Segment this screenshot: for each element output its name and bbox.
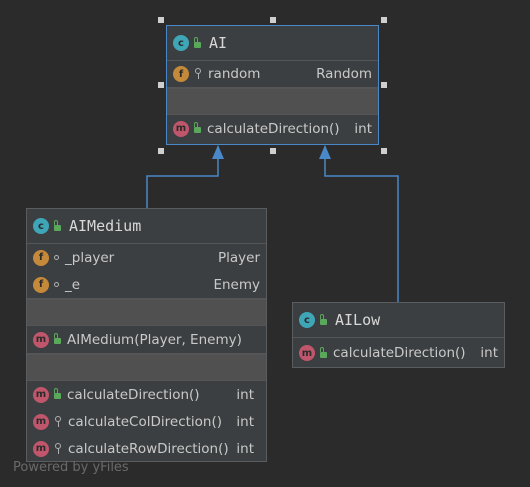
selection-handle-tr[interactable] — [381, 17, 387, 23]
selection-handle-bl[interactable] — [158, 148, 164, 154]
field-name: _e — [65, 276, 81, 293]
method-icon: m — [33, 413, 49, 430]
method-name: calculateColDirection() — [68, 413, 223, 430]
edge-aimedium-to-ai[interactable] — [146, 146, 219, 208]
empty-section — [27, 354, 266, 381]
method-type: int — [236, 440, 254, 457]
field-name: random — [208, 66, 261, 82]
method-row[interactable]: m calculateColDirection() int — [27, 408, 266, 435]
field-icon: f — [173, 66, 189, 82]
field-row[interactable]: f _e Enemy — [27, 271, 266, 299]
method-type: int — [480, 345, 498, 361]
method-type: int — [236, 413, 254, 430]
private-visibility-icon — [54, 442, 62, 455]
package-visibility-icon — [54, 282, 59, 287]
class-icon: c — [33, 218, 49, 234]
field-icon: f — [33, 249, 49, 266]
field-name: _player — [65, 249, 115, 266]
method-row[interactable]: m calculateDirection() int — [27, 381, 266, 408]
public-visibility-icon — [54, 219, 61, 231]
selection-handle-ml[interactable] — [158, 82, 164, 88]
constructor-row[interactable]: m AIMedium(Player, Enemy) — [27, 326, 266, 354]
selection-handle-mr[interactable] — [381, 82, 387, 88]
class-ailow-header[interactable]: c AILow — [293, 303, 504, 338]
public-visibility-icon — [194, 36, 201, 48]
field-type: Player — [217, 249, 260, 266]
method-name: calculateRowDirection() — [68, 440, 229, 457]
method-icon: m — [173, 120, 189, 137]
empty-section — [27, 299, 266, 326]
class-ailow[interactable]: c AILow m calculateDirection() int — [292, 302, 505, 368]
method-name: calculateDirection() — [333, 345, 466, 361]
public-visibility-icon — [194, 122, 201, 133]
class-name: AIMedium — [69, 217, 142, 235]
class-aimedium-header[interactable]: c AIMedium — [27, 209, 266, 244]
class-icon: c — [173, 35, 189, 51]
edge-ailow-to-ai[interactable] — [324, 146, 399, 302]
field-type: Enemy — [213, 276, 260, 293]
field-row[interactable]: f random Random — [167, 61, 378, 88]
method-icon: m — [33, 440, 49, 457]
method-icon: m — [33, 386, 49, 403]
public-visibility-icon — [320, 313, 327, 325]
selection-handle-tl[interactable] — [158, 17, 164, 23]
field-type: Random — [316, 66, 372, 82]
watermark: Powered by yFiles — [13, 460, 129, 475]
method-name: calculateDirection() — [207, 120, 340, 137]
method-name: calculateDirection() — [67, 386, 200, 403]
selection-handle-tm[interactable] — [270, 17, 276, 23]
private-visibility-icon — [194, 68, 202, 80]
empty-section — [167, 88, 378, 115]
class-name: AILow — [335, 311, 381, 329]
method-type: int — [354, 120, 372, 137]
class-ai[interactable]: c AI f random Random m calculateDirectio… — [166, 25, 379, 145]
edge-aimedium-arrowhead — [212, 145, 224, 159]
class-icon: c — [299, 312, 315, 328]
public-visibility-icon — [320, 346, 327, 358]
method-row[interactable]: m calculateDirection() int — [293, 338, 504, 368]
method-icon: m — [33, 331, 49, 348]
method-type: int — [236, 386, 254, 403]
field-icon: f — [33, 276, 49, 293]
class-name: AI — [209, 34, 228, 52]
field-row[interactable]: f _player Player — [27, 244, 266, 271]
class-ai-header[interactable]: c AI — [167, 26, 378, 61]
package-visibility-icon — [54, 255, 59, 260]
method-icon: m — [299, 345, 315, 361]
edge-ailow-arrowhead — [319, 145, 331, 159]
class-aimedium[interactable]: c AIMedium f _player Player f _e Enemy m… — [26, 208, 267, 462]
method-row[interactable]: m calculateRowDirection() int — [27, 435, 266, 462]
selection-handle-bm[interactable] — [270, 148, 276, 154]
selection-handle-br[interactable] — [381, 148, 387, 154]
private-visibility-icon — [54, 415, 62, 428]
constructor-name: AIMedium(Player, Enemy) — [67, 331, 242, 348]
method-row[interactable]: m calculateDirection() int — [167, 115, 378, 142]
public-visibility-icon — [54, 333, 61, 344]
public-visibility-icon — [54, 388, 61, 399]
